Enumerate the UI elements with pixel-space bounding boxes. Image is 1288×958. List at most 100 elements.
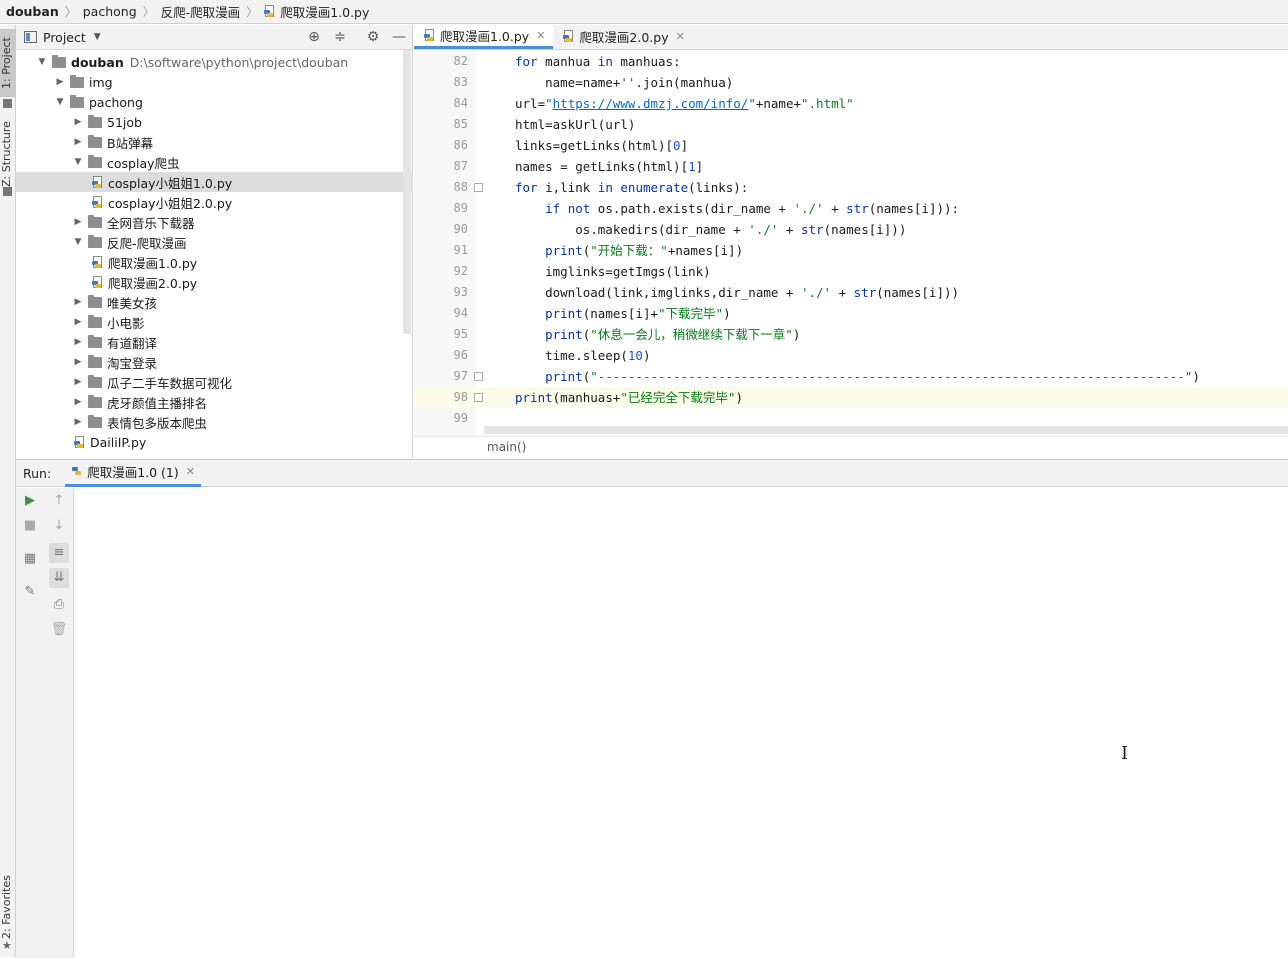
locate-target-icon[interactable]: ⊕ [306,29,322,45]
editor-horizontal-scrollbar[interactable] [484,426,1288,434]
tree-file[interactable]: cosplay小姐姐1.0.py [16,172,413,192]
chevron-right-icon[interactable]: ▶ [72,377,84,387]
chevron-right-icon[interactable]: ▶ [72,297,84,307]
tree-file[interactable]: cosplay小姐姐2.0.py [16,192,413,212]
run-panel: Run: 爬取漫画1.0 (1) ✕ ▶ ↑ ■ ↓ ≡ ▦ ⇊ ✎ ⎙ 🗑 I [16,459,1288,958]
pin-icon[interactable]: ✎ [20,582,40,602]
soft-wrap-icon[interactable]: ≡ [49,543,69,563]
gear-icon[interactable]: ⚙ [365,29,381,45]
tree-folder[interactable]: ▶ 小电影 [16,312,413,332]
run-tab-label: 爬取漫画1.0 (1) [87,465,179,480]
tree-file[interactable]: 爬取漫画1.0.py [16,252,413,272]
tree-folder[interactable]: ▶ 有道翻译 [16,332,413,352]
tree-folder[interactable]: ▶ 表情包多版本爬虫 [16,412,413,432]
function-breadcrumb[interactable]: main() [487,440,526,454]
arrow-up-icon[interactable]: ↑ [49,491,69,511]
tab-project-toolwindow[interactable]: 1: Project [0,29,16,97]
breadcrumb-project[interactable]: douban [6,4,59,19]
arrow-down-icon[interactable]: ↓ [49,516,69,536]
code-line[interactable]: 85 html=askUrl(url) [414,114,1288,135]
chevron-right-icon[interactable]: ▶ [54,77,66,87]
tree-folder[interactable]: ▼ douban D:\software\python\project\douban [16,52,413,72]
tree-file[interactable]: 爬取漫画2.0.py [16,272,413,292]
trash-icon[interactable]: 🗑 [49,620,69,640]
chevron-down-icon[interactable]: ▼ [36,57,48,67]
code-line[interactable]: 95 print("休息一会儿，稍微继续下载下一章") [414,324,1288,345]
python-file-icon [92,275,104,289]
tree-scrollbar[interactable] [403,50,411,334]
chevron-right-icon[interactable]: ▶ [72,357,84,367]
line-number: 86 [453,138,468,152]
code-line[interactable]: 94 print(names[i]+"下载完毕") [414,303,1288,324]
tree-folder[interactable]: ▶ 唯美女孩 [16,292,413,312]
chevron-right-icon[interactable]: ▶ [72,337,84,347]
tree-file[interactable]: DailiIP.py [16,432,413,452]
line-number: 83 [453,75,468,89]
chevron-right-icon[interactable]: ▶ [72,117,84,127]
code-line[interactable]: 93 download(link,imglinks,dir_name + './… [414,282,1288,303]
python-file-icon [92,255,104,269]
project-view-selector[interactable]: Project [43,30,86,45]
chevron-down-icon[interactable]: ▼ [72,237,84,247]
layout-icon[interactable]: ▦ [20,549,40,569]
chevron-down-icon[interactable]: ▼ [94,32,101,42]
tab-structure-toolwindow[interactable]: Z: Structure [0,119,16,189]
rerun-icon[interactable]: ▶ [20,491,40,511]
print-icon[interactable]: ⎙ [49,595,69,615]
fold-marker-icon[interactable] [474,372,483,381]
chevron-down-icon[interactable]: ▼ [54,97,66,107]
tree-folder[interactable]: ▶ B站弹幕 [16,132,413,152]
code-text: print("---------------------------------… [545,369,1200,384]
code-line[interactable]: 91 print("开始下载："+names[i]) [414,240,1288,261]
code-line[interactable]: 84 url="https://www.dmzj.com/info/"+name+… [414,93,1288,114]
code-line[interactable]: 87 names = getLinks(html)[1] [414,156,1288,177]
breadcrumb-item-folder[interactable]: 反爬-爬取漫画 [161,2,241,21]
tree-item-label: cosplay小姐姐1.0.py [108,175,233,191]
tab-favorites-toolwindow[interactable]: 2: Favorites [0,875,16,939]
code-line[interactable]: 98 print(manhuas+"已经完全下载完毕") [414,387,1288,408]
tree-folder[interactable]: ▶ 全网音乐下载器 [16,212,413,232]
console-output[interactable] [75,488,1288,958]
fold-marker-icon[interactable] [474,393,483,402]
code-line[interactable]: 89 if not os.path.exists(dir_name + './'… [414,198,1288,219]
chevron-down-icon[interactable]: ▼ [72,157,84,167]
code-line[interactable]: 96 time.sleep(10) [414,345,1288,366]
code-line[interactable]: 82 for manhua in manhuas: [414,51,1288,72]
run-config-tab[interactable]: 爬取漫画1.0 (1) ✕ [65,460,201,487]
tree-item-label: 表情包多版本爬虫 [107,415,208,431]
tree-folder[interactable]: ▼ cosplay爬虫 [16,152,413,172]
close-icon[interactable]: ✕ [186,465,195,478]
collapse-all-icon[interactable]: ≑ [332,29,348,45]
tree-folder[interactable]: ▶ img [16,72,413,92]
tree-folder[interactable]: ▶ 51job [16,112,413,132]
chevron-right-icon[interactable]: ▶ [72,417,84,427]
tree-folder[interactable]: ▶ 虎牙颜值主播排名 [16,392,413,412]
fold-marker-icon[interactable] [474,183,483,192]
scroll-to-end-icon[interactable]: ⇊ [49,568,69,588]
tree-folder[interactable]: ▼ pachong [16,92,413,112]
editor-tab[interactable]: 爬取漫画2.0.py ✕ [553,24,692,49]
code-line[interactable]: 92 imglinks=getImgs(link) [414,261,1288,282]
chevron-right-icon[interactable]: ▶ [72,397,84,407]
breadcrumb-item-pachong[interactable]: pachong [83,4,137,19]
chevron-right-icon[interactable]: ▶ [72,217,84,227]
close-icon[interactable]: ✕ [536,29,545,42]
close-icon[interactable]: ✕ [676,30,685,43]
code-line[interactable]: 86 links=getLinks(html)[0] [414,135,1288,156]
code-line[interactable]: 88 for i,link in enumerate(links): [414,177,1288,198]
tree-folder[interactable]: ▶ 淘宝登录 [16,352,413,372]
line-number: 99 [453,411,468,425]
editor-tab-active[interactable]: 爬取漫画1.0.py ✕ [414,24,554,49]
stop-icon[interactable]: ■ [20,516,40,536]
code-line[interactable]: 90 os.makedirs(dir_name + './' + str(nam… [414,219,1288,240]
breadcrumb-file[interactable]: 爬取漫画1.0.py [264,2,369,21]
chevron-right-icon[interactable]: ▶ [72,137,84,147]
code-text-area[interactable]: 82 for manhua in manhuas: 83 name=name+''.… [414,51,1288,436]
tree-folder[interactable]: ▶ 瓜子二手车数据可视化 [16,372,413,392]
tree-item-label: 爬取漫画2.0.py [108,275,198,291]
minimize-icon[interactable]: — [391,29,407,45]
code-line[interactable]: 97 print("------------------------------… [414,366,1288,387]
chevron-right-icon[interactable]: ▶ [72,317,84,327]
tree-folder[interactable]: ▼ 反爬-爬取漫画 [16,232,413,252]
code-line[interactable]: 83 name=name+''.join(manhua) [414,72,1288,93]
